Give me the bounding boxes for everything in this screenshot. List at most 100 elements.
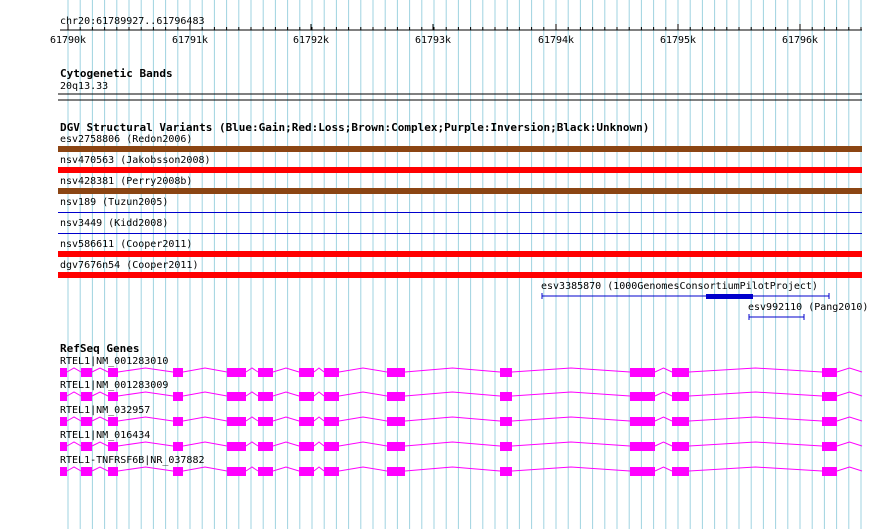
gene-exon[interactable] bbox=[822, 417, 837, 426]
gene-exon[interactable] bbox=[60, 417, 67, 426]
gene-exon[interactable] bbox=[822, 392, 837, 401]
gene-exon[interactable] bbox=[324, 392, 339, 401]
gene-exon[interactable] bbox=[630, 442, 655, 451]
gene-exon[interactable] bbox=[630, 392, 655, 401]
gene-exon[interactable] bbox=[173, 368, 183, 377]
gene-exon[interactable] bbox=[324, 368, 339, 377]
gene-exon[interactable] bbox=[299, 467, 314, 476]
gene-exon[interactable] bbox=[672, 392, 689, 401]
gene-exon[interactable] bbox=[630, 467, 655, 476]
gene-intron bbox=[338, 416, 388, 422]
gene-intron bbox=[836, 466, 863, 472]
gene-exon[interactable] bbox=[173, 392, 183, 401]
gene-exon[interactable] bbox=[324, 442, 339, 451]
gene-intron bbox=[182, 466, 228, 472]
gene-exon[interactable] bbox=[299, 392, 314, 401]
gene-exon[interactable] bbox=[500, 467, 512, 476]
gene-intron bbox=[117, 391, 174, 397]
gene-exon[interactable] bbox=[81, 467, 92, 476]
gene-exon[interactable] bbox=[258, 368, 273, 377]
gene-exon[interactable] bbox=[299, 417, 314, 426]
variant-bar[interactable] bbox=[58, 188, 862, 194]
gene-exon[interactable] bbox=[387, 368, 405, 377]
gene-exon[interactable] bbox=[500, 442, 512, 451]
gene-intron bbox=[91, 466, 109, 472]
gene-exon[interactable] bbox=[387, 417, 405, 426]
gene-intron bbox=[272, 441, 300, 447]
variant-bar[interactable] bbox=[58, 233, 862, 234]
gene-exon[interactable] bbox=[324, 417, 339, 426]
gene-exon[interactable] bbox=[227, 417, 246, 426]
gene-exon[interactable] bbox=[173, 467, 183, 476]
gene-intron bbox=[245, 391, 259, 397]
gene-exon[interactable] bbox=[630, 368, 655, 377]
gene-exon[interactable] bbox=[60, 442, 67, 451]
variant-block[interactable] bbox=[706, 294, 753, 299]
gene-intron bbox=[836, 391, 863, 397]
gene-intron bbox=[272, 416, 300, 422]
gene-exon[interactable] bbox=[227, 467, 246, 476]
gene-exon[interactable] bbox=[227, 392, 246, 401]
gene-intron bbox=[313, 441, 325, 447]
gene-exon[interactable] bbox=[822, 442, 837, 451]
gene-exon[interactable] bbox=[672, 417, 689, 426]
variant-bar[interactable] bbox=[58, 146, 862, 152]
gene-exon[interactable] bbox=[672, 467, 689, 476]
gene-exon[interactable] bbox=[387, 392, 405, 401]
gene-intron bbox=[91, 391, 109, 397]
gene-intron bbox=[404, 466, 501, 472]
gene-exon[interactable] bbox=[81, 368, 92, 377]
gene-exon[interactable] bbox=[387, 467, 405, 476]
gene-exon[interactable] bbox=[81, 417, 92, 426]
gene-exon[interactable] bbox=[822, 467, 837, 476]
gene-intron bbox=[654, 367, 673, 373]
gene-intron bbox=[511, 391, 631, 397]
variant-bar[interactable] bbox=[58, 212, 862, 213]
gene-exon[interactable] bbox=[324, 467, 339, 476]
gene-intron bbox=[182, 441, 228, 447]
gene-exon[interactable] bbox=[173, 417, 183, 426]
gene-intron bbox=[836, 441, 863, 447]
gene-exon[interactable] bbox=[500, 417, 512, 426]
gene-intron bbox=[404, 441, 501, 447]
gene-exon[interactable] bbox=[299, 368, 314, 377]
gene-intron bbox=[404, 416, 501, 422]
gene-exon[interactable] bbox=[108, 442, 118, 451]
gene-intron bbox=[688, 466, 823, 472]
variant-bar[interactable] bbox=[58, 251, 862, 257]
gene-exon[interactable] bbox=[500, 392, 512, 401]
gene-exon[interactable] bbox=[258, 467, 273, 476]
gene-intron bbox=[654, 441, 673, 447]
gene-exon[interactable] bbox=[108, 467, 118, 476]
gene-intron bbox=[182, 367, 228, 373]
gene-exon[interactable] bbox=[60, 392, 67, 401]
gene-exon[interactable] bbox=[108, 392, 118, 401]
variant-bar[interactable] bbox=[58, 167, 862, 173]
gene-exon[interactable] bbox=[60, 368, 67, 377]
gene-exon[interactable] bbox=[173, 442, 183, 451]
gene-exon[interactable] bbox=[81, 442, 92, 451]
gene-intron bbox=[91, 367, 109, 373]
gene-intron bbox=[313, 466, 325, 472]
gene-exon[interactable] bbox=[387, 442, 405, 451]
gene-intron bbox=[66, 441, 82, 447]
gene-exon[interactable] bbox=[822, 368, 837, 377]
gene-exon[interactable] bbox=[258, 392, 273, 401]
gene-exon[interactable] bbox=[258, 417, 273, 426]
gene-exon[interactable] bbox=[630, 417, 655, 426]
gene-exon[interactable] bbox=[258, 442, 273, 451]
gene-exon[interactable] bbox=[108, 368, 118, 377]
gene-intron bbox=[338, 441, 388, 447]
gene-exon[interactable] bbox=[299, 442, 314, 451]
gene-exon[interactable] bbox=[672, 368, 689, 377]
gene-exon[interactable] bbox=[81, 392, 92, 401]
variant-bar[interactable] bbox=[58, 272, 862, 278]
gene-exon[interactable] bbox=[227, 442, 246, 451]
gene-exon[interactable] bbox=[60, 467, 67, 476]
gene-exon[interactable] bbox=[108, 417, 118, 426]
gene-exon[interactable] bbox=[500, 368, 512, 377]
gene-exon[interactable] bbox=[227, 368, 246, 377]
gene-intron bbox=[117, 416, 174, 422]
gene-intron bbox=[511, 441, 631, 447]
gene-exon[interactable] bbox=[672, 442, 689, 451]
